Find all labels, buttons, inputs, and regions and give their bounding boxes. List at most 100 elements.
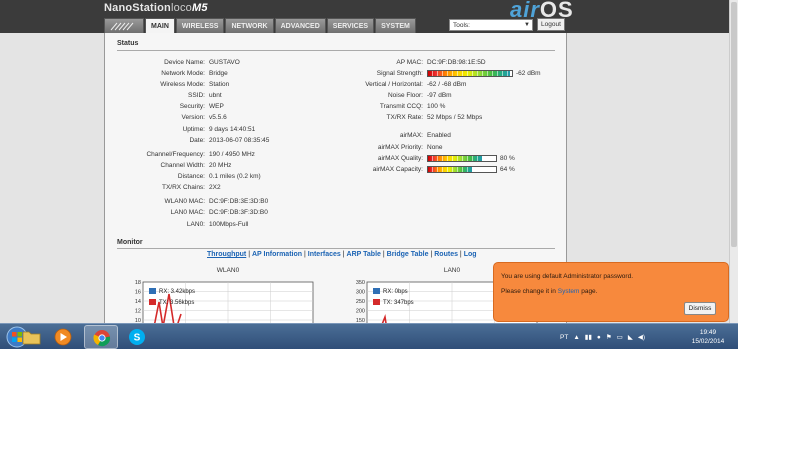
wifi-icon[interactable]: ◣ xyxy=(628,333,633,341)
legend-swatch xyxy=(373,288,380,294)
row-value: DC:9F:DB:3E:3D:B0 xyxy=(209,198,269,205)
status-row-wireless-mode: Wireless Mode: Station xyxy=(105,80,229,89)
taskbar-skype[interactable]: S xyxy=(120,325,154,349)
y-tick-label: 14 xyxy=(135,299,141,305)
clock-time: 19:49 xyxy=(699,329,717,336)
legend-label: RX: 0bps xyxy=(383,289,408,295)
row-value: -62 / -68 dBm xyxy=(427,81,467,88)
row-value: 2013-06-07 08:35:45 xyxy=(209,137,270,144)
row-label: airMAX Priority: xyxy=(377,144,423,151)
status-row-device-name: Device Name: GUSTAVO xyxy=(105,58,240,67)
link-arp-table[interactable]: ARP Table xyxy=(347,251,381,258)
tab-services[interactable]: SERVICES xyxy=(326,18,375,33)
ubnt-logo-icon xyxy=(110,22,134,31)
page-scrollbar[interactable] xyxy=(729,0,738,323)
row-value: 2X2 xyxy=(209,184,221,191)
brand-model: M5 xyxy=(191,2,208,14)
status-row-noise-floor: Noise Floor: -97 dBm xyxy=(323,91,452,100)
link-ap-information[interactable]: AP Information xyxy=(252,251,302,258)
instruction-text-end: page. xyxy=(579,288,598,295)
status-title: Status xyxy=(117,40,139,47)
folder-icon xyxy=(22,331,41,345)
language-indicator[interactable]: PT xyxy=(560,334,568,341)
monitor-links: Throughput | AP Information | Interfaces… xyxy=(207,251,477,258)
tray-chevron-icon[interactable]: ▲ xyxy=(573,334,579,341)
tab-system[interactable]: SYSTEM xyxy=(375,18,416,33)
y-tick-label: 350 xyxy=(356,280,365,286)
warning-message: You are using default Administrator pass… xyxy=(501,273,634,280)
volume-icon[interactable]: ◀) xyxy=(638,333,645,341)
status-row-network-mode: Network Mode: Bridge xyxy=(105,69,228,78)
tab-ubnt-logo[interactable] xyxy=(104,18,144,33)
signal-strength-bar xyxy=(427,69,513,77)
y-tick-label: 18 xyxy=(135,280,141,286)
link-interfaces[interactable]: Interfaces xyxy=(308,251,341,258)
chevron-down-icon: ▼ xyxy=(524,22,530,28)
tab-network[interactable]: NETWORK xyxy=(225,18,274,33)
signal-strength-value: -62 dBm xyxy=(516,70,541,77)
taskbar-chrome[interactable] xyxy=(84,325,118,349)
taskbar-clock[interactable]: 19:49 15/02/2014 xyxy=(686,328,730,346)
status-row-distance: Distance: 0.1 miles (0.2 km) xyxy=(105,172,261,181)
logout-button[interactable]: Logout xyxy=(537,18,565,31)
browser-viewport: NanoStationlocoM5 airOS MAIN WIRELESS NE… xyxy=(0,0,738,349)
product-logo: NanoStationlocoM5 xyxy=(104,2,208,14)
link-bridge-table[interactable]: Bridge Table xyxy=(387,251,429,258)
row-label: LAN0 MAC: xyxy=(170,209,205,216)
row-value: Enabled xyxy=(427,132,451,139)
network-icon[interactable]: ▮▮ xyxy=(585,333,592,341)
tools-select[interactable]: Tools: ▼ xyxy=(449,19,533,31)
clock-date: 15/02/2014 xyxy=(691,338,725,345)
action-center-icon[interactable]: ⚑ xyxy=(606,333,612,341)
status-row-airmax: airMAX: Enabled xyxy=(323,131,451,140)
row-value: GUSTAVO xyxy=(209,59,240,66)
row-label: airMAX: xyxy=(399,132,423,139)
row-label: WLAN0 MAC: xyxy=(164,198,205,205)
row-label: airMAX Quality: xyxy=(377,155,423,162)
row-value: v5.5.6 xyxy=(209,114,227,121)
status-row-ap-mac: AP MAC: DC:9F:DB:98:1E:5D xyxy=(323,58,485,67)
link-throughput[interactable]: Throughput xyxy=(207,251,246,258)
row-value: 20 MHz xyxy=(209,162,232,169)
monitor-title: Monitor xyxy=(117,239,143,246)
row-label: Date: xyxy=(189,137,205,144)
row-label: Network Mode: xyxy=(161,70,205,77)
wlan0-throughput-chart: WLAN0 18 16 14 12 10 RX: 3.42kbps TX: 3.56kbps xyxy=(125,267,321,349)
row-label: TX/RX Chains: xyxy=(162,184,205,191)
row-label: Channel/Frequency: xyxy=(146,151,205,158)
link-log[interactable]: Log xyxy=(464,251,477,258)
tab-advanced[interactable]: ADVANCED xyxy=(274,18,326,33)
dismiss-button[interactable]: Dismiss xyxy=(684,302,716,315)
brand-name: NanoStation xyxy=(104,2,171,14)
tab-main[interactable]: MAIN xyxy=(145,18,175,33)
battery-icon[interactable]: ▭ xyxy=(617,333,623,341)
status-row-transmit-ccq: Transmit CCQ: 100 % xyxy=(323,102,446,111)
chart-title: LAN0 xyxy=(444,267,461,274)
bar-segments xyxy=(428,70,512,76)
row-label: LAN0: xyxy=(186,221,205,228)
taskbar-explorer[interactable] xyxy=(14,325,48,349)
row-value: None xyxy=(427,144,443,151)
row-label: Wireless Mode: xyxy=(160,81,205,88)
status-row-uptime: Uptime: 9 days 14:40:51 xyxy=(105,125,256,134)
status-divider xyxy=(117,50,555,51)
status-row-airmax-capacity: airMAX Capacity: 64 % xyxy=(323,165,515,174)
row-value: Station xyxy=(209,81,230,88)
taskbar-media-player[interactable] xyxy=(46,325,80,349)
scrollbar-thumb[interactable] xyxy=(731,2,737,247)
row-label: Version: xyxy=(181,114,206,121)
row-value: 100Mbps-Full xyxy=(209,221,249,228)
legend-label: RX: 3.42kbps xyxy=(159,289,195,295)
warning-instruction: Please change it in System page. xyxy=(501,288,597,295)
skype-tray-icon[interactable]: ● xyxy=(597,334,601,341)
system-page-link[interactable]: System xyxy=(558,288,580,295)
row-label: Vertical / Horizontal: xyxy=(365,81,423,88)
row-value: 52 Mbps / 52 Mbps xyxy=(427,114,483,121)
row-label: airMAX Capacity: xyxy=(372,166,423,173)
status-row-airmax-priority: airMAX Priority: None xyxy=(323,143,443,152)
row-value: WEP xyxy=(209,103,224,110)
tab-wireless[interactable]: WIRELESS xyxy=(175,18,225,33)
link-routes[interactable]: Routes xyxy=(434,251,458,258)
wlan0-chart-svg: WLAN01816141210RX: 3.42kbpsTX: 3.56kbps xyxy=(135,267,314,349)
row-value: DC:9F:DB:3F:3D:B0 xyxy=(209,209,268,216)
